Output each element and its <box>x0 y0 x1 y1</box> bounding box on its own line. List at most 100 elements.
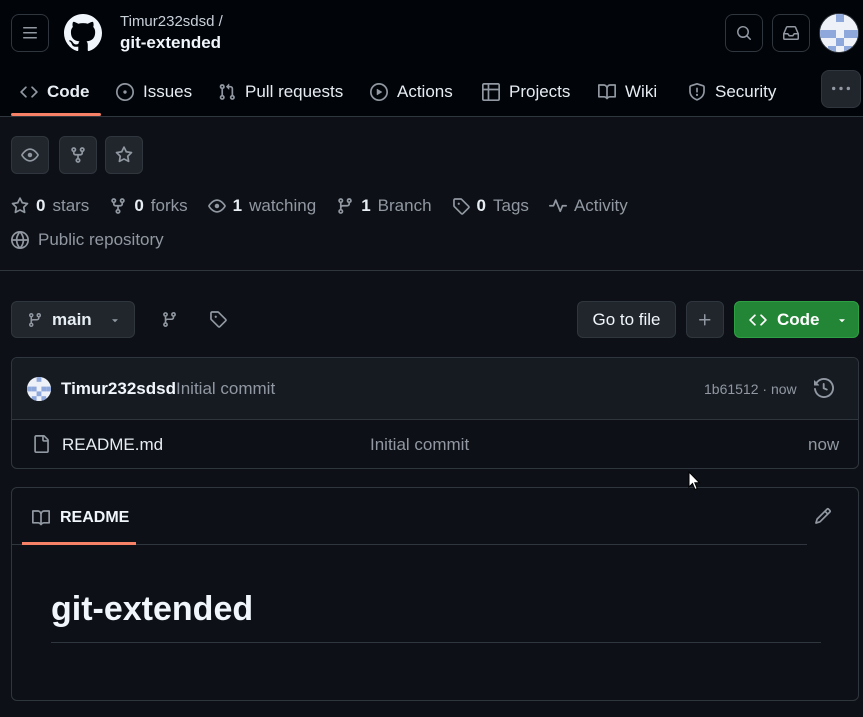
search-icon <box>736 25 752 41</box>
fork-button[interactable] <box>59 136 97 174</box>
caret-down-icon <box>836 314 848 326</box>
book-icon <box>598 83 616 101</box>
tab-wiki[interactable]: Wiki <box>598 68 657 116</box>
tab-code[interactable]: Code <box>20 68 90 116</box>
repo-owner-link[interactable]: Timur232sdsd / <box>120 13 223 30</box>
shield-icon <box>688 83 706 101</box>
menu-button[interactable] <box>11 14 49 52</box>
hamburger-icon <box>22 25 38 41</box>
tags-count: 0 <box>476 196 487 215</box>
tab-pull-requests[interactable]: Pull requests <box>218 68 343 116</box>
star-button[interactable] <box>105 136 143 174</box>
go-to-file-button[interactable]: Go to file <box>577 301 676 338</box>
eye-icon <box>207 197 226 215</box>
branches-link[interactable]: 1 Branch <box>336 196 432 216</box>
tab-pull-requests-label: Pull requests <box>245 82 344 101</box>
star-icon <box>11 197 29 215</box>
visibility-info: Public repository <box>11 228 164 252</box>
active-tab-indicator <box>11 113 101 116</box>
file-icon <box>32 435 50 453</box>
more-tabs-button[interactable] <box>821 70 861 108</box>
tags-link[interactable]: 0 Tags <box>452 196 529 216</box>
tab-code-label: Code <box>47 82 90 101</box>
repo-nav: Code Issues Pull requests Actions Projec <box>0 68 863 116</box>
stars-label: stars <box>52 196 90 215</box>
branches-button[interactable] <box>159 309 179 329</box>
play-icon <box>370 83 388 101</box>
tab-projects-label: Projects <box>509 82 571 101</box>
tags-label: Tags <box>493 196 529 215</box>
watch-button[interactable] <box>11 136 49 174</box>
inbox-button[interactable] <box>772 14 810 52</box>
commit-sha-time[interactable]: 1b61512 · now <box>704 381 797 397</box>
tag-icon <box>209 310 227 328</box>
tags-button[interactable] <box>208 309 228 329</box>
branch-name: main <box>52 309 92 329</box>
caret-down-icon <box>109 314 121 326</box>
search-button[interactable] <box>725 14 763 52</box>
commit-author-link[interactable]: Timur232sdsd <box>61 379 176 399</box>
code-icon <box>749 311 767 329</box>
watching-label: watching <box>249 196 317 215</box>
latest-commit-bar: Timur232sdsd Initial commit 1b61512 · no… <box>12 358 858 420</box>
forks-link[interactable]: 0 forks <box>109 196 188 216</box>
file-row[interactable]: README.md Initial commit now <box>12 420 858 468</box>
repo-stats: 0 stars 0 forks 1 watching 1 Branch 0 Ta… <box>11 193 648 219</box>
tab-wiki-label: Wiki <box>625 82 658 101</box>
pencil-icon <box>814 507 832 525</box>
issue-icon <box>116 83 134 101</box>
fork-icon <box>69 146 87 164</box>
branch-count: 1 <box>361 196 371 215</box>
user-avatar[interactable] <box>819 13 859 53</box>
stars-link[interactable]: 0 stars <box>11 196 89 216</box>
forks-count: 0 <box>134 196 144 215</box>
tag-icon <box>452 197 470 215</box>
kebab-icon <box>832 80 850 98</box>
history-icon <box>814 378 834 398</box>
branch-label: Branch <box>377 196 432 215</box>
activity-label: Activity <box>573 196 628 215</box>
tab-security[interactable]: Security <box>688 68 776 116</box>
table-icon <box>482 83 500 101</box>
star-icon <box>115 146 133 164</box>
code-icon <box>20 83 38 101</box>
branch-icon <box>161 311 178 328</box>
readme-tab-indicator <box>22 542 136 545</box>
readme-tab[interactable]: README <box>32 506 129 530</box>
tab-projects[interactable]: Projects <box>482 68 570 116</box>
tab-issues[interactable]: Issues <box>116 68 192 116</box>
plus-icon <box>697 312 713 328</box>
visibility-label: Public repository <box>38 230 164 249</box>
heading-rule <box>51 642 821 643</box>
commit-author-avatar[interactable] <box>27 377 51 401</box>
repo-name-link[interactable]: git-extended <box>120 33 221 53</box>
readme-panel: README git-extended <box>11 487 859 701</box>
add-file-button[interactable] <box>686 301 724 338</box>
eye-icon <box>21 146 39 164</box>
branch-icon <box>336 197 354 215</box>
file-name-link[interactable]: README.md <box>62 435 163 455</box>
watchers-link[interactable]: 1 watching <box>207 196 317 216</box>
activity-link[interactable]: Activity <box>548 196 628 216</box>
branch-selector[interactable]: main <box>11 301 135 338</box>
github-logo-icon[interactable] <box>64 14 102 52</box>
code-dropdown-button[interactable]: Code <box>734 301 859 338</box>
globe-icon <box>11 231 29 249</box>
edit-readme-button[interactable] <box>814 507 832 525</box>
repo-header: Timur232sdsd / git-extended Code Issues … <box>0 0 863 117</box>
mouse-cursor-icon <box>688 471 702 491</box>
file-commit-message[interactable]: Initial commit <box>370 435 469 455</box>
tab-actions[interactable]: Actions <box>370 68 453 116</box>
commit-history-button[interactable] <box>814 378 834 398</box>
pull-request-icon <box>218 83 236 101</box>
commit-message-link[interactable]: Initial commit <box>176 379 275 399</box>
branch-icon <box>27 312 43 328</box>
readme-tab-label: README <box>60 509 130 526</box>
tab-security-label: Security <box>715 82 777 101</box>
inbox-icon <box>783 25 799 41</box>
book-icon <box>32 509 50 527</box>
tab-issues-label: Issues <box>143 82 193 101</box>
readme-heading: git-extended <box>51 590 254 628</box>
section-divider <box>0 270 863 271</box>
fork-icon <box>109 197 127 215</box>
